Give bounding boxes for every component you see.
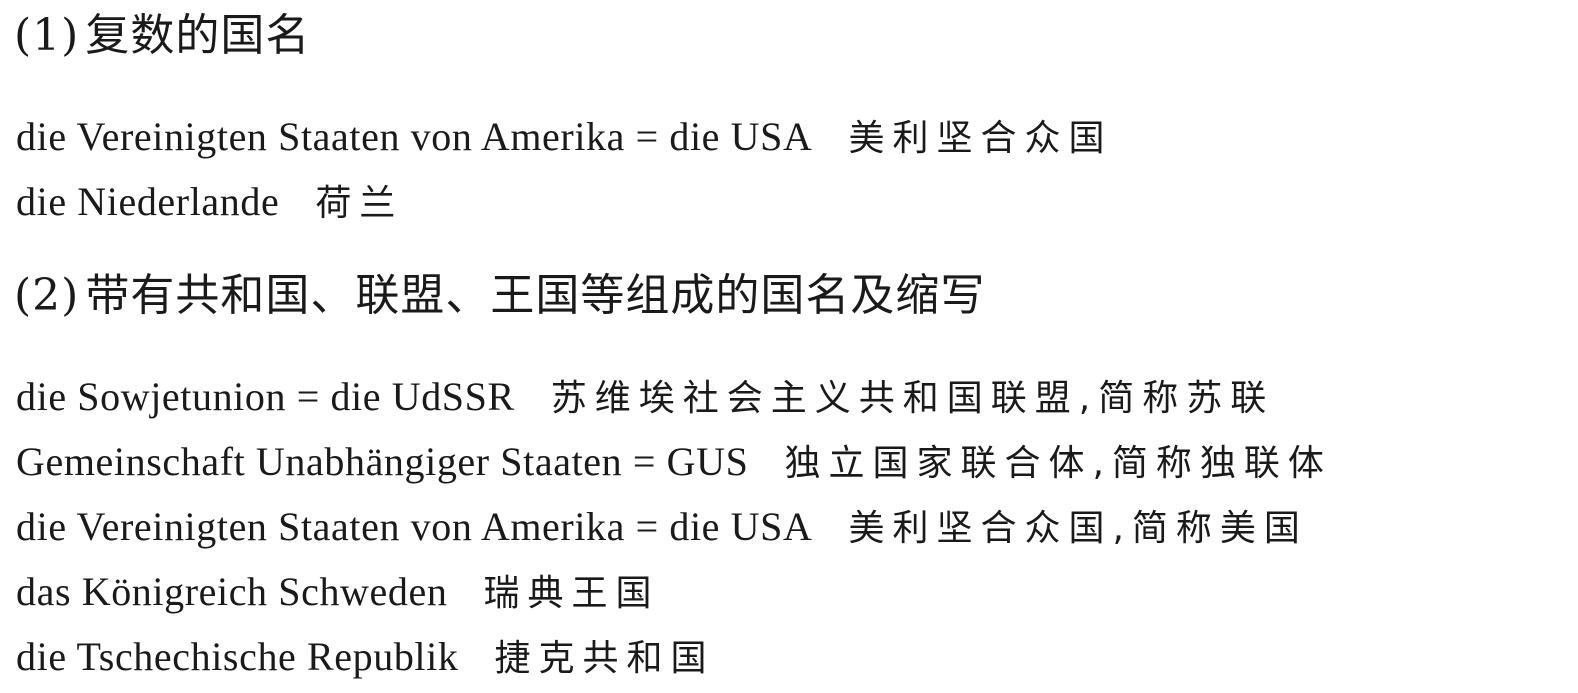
entry-row: die Tschechische Republik 捷克共和国 bbox=[16, 633, 714, 683]
section-1-number: (1) bbox=[14, 10, 80, 61]
entry-german: die Niederlande bbox=[16, 179, 280, 224]
entry-chinese: 美利坚合众国 bbox=[848, 118, 1113, 159]
entry-german: Gemeinschaft Unabhängiger Staaten = GUS bbox=[16, 439, 749, 484]
entry-row: das Königreich Schweden 瑞典王国 bbox=[16, 568, 659, 618]
entry-german: die Vereinigten Staaten von Amerika = di… bbox=[16, 114, 813, 159]
entry-german: das Königreich Schweden bbox=[16, 569, 448, 614]
entry-chinese: 苏维埃社会主义共和国联盟,简称苏联 bbox=[550, 378, 1275, 419]
section-1-heading: (1) 复数的国名 bbox=[14, 10, 310, 62]
entry-row: die Vereinigten Staaten von Amerika = di… bbox=[16, 113, 1112, 163]
entry-chinese: 瑞典王国 bbox=[483, 573, 660, 614]
entry-chinese: 荷兰 bbox=[315, 183, 404, 224]
section-2-heading: (2) 带有共和国、联盟、王国等组成的国名及缩写 bbox=[14, 270, 985, 322]
entry-german: die Vereinigten Staaten von Amerika = di… bbox=[16, 504, 813, 549]
entry-row: die Sowjetunion = die UdSSR 苏维埃社会主义共和国联盟,… bbox=[16, 373, 1274, 423]
entry-chinese: 捷克共和国 bbox=[494, 638, 715, 679]
entry-row: die Niederlande 荷兰 bbox=[16, 178, 403, 228]
document-page: (1) 复数的国名 die Vereinigten Staaten von Ame… bbox=[0, 0, 1578, 693]
section-2-number: (2) bbox=[14, 270, 80, 321]
entry-chinese: 美利坚合众国,简称美国 bbox=[848, 508, 1308, 549]
entry-german: die Sowjetunion = die UdSSR bbox=[16, 374, 515, 419]
entry-german: die Tschechische Republik bbox=[16, 634, 459, 679]
entry-row: die Vereinigten Staaten von Amerika = di… bbox=[16, 503, 1308, 553]
entry-row: Gemeinschaft Unabhängiger Staaten = GUS 独… bbox=[16, 438, 1332, 488]
entry-chinese: 独立国家联合体,简称独联体 bbox=[784, 443, 1332, 484]
section-1-title: 复数的国名 bbox=[85, 10, 311, 61]
section-2-title: 带有共和国、联盟、王国等组成的国名及缩写 bbox=[85, 270, 986, 321]
